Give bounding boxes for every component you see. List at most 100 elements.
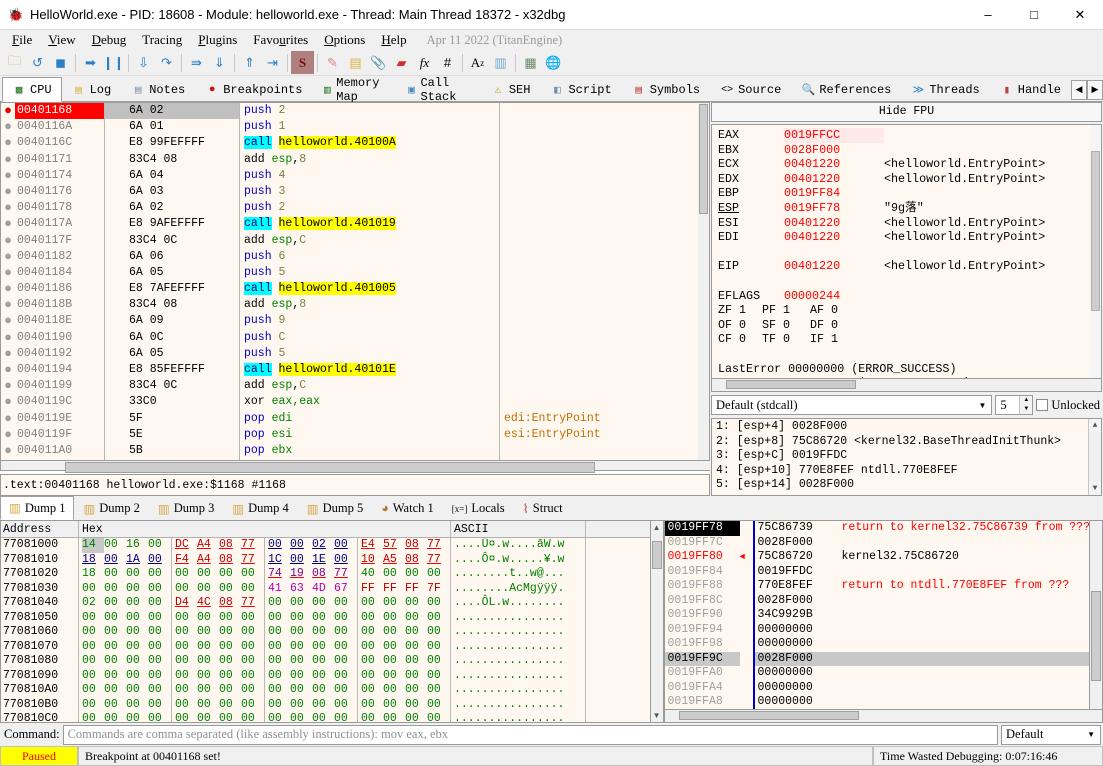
dump-hex-group[interactable]: 00 00 00 00 xyxy=(79,697,172,713)
disassembly-row[interactable]: ● 00401176 6A 03 push 3 xyxy=(1,183,698,201)
register-spacer[interactable] xyxy=(718,245,1101,260)
tab-handles[interactable]: ▮ Handle xyxy=(990,77,1071,102)
dump-byte[interactable]: 77 xyxy=(241,538,263,553)
dump-byte[interactable]: 00 xyxy=(334,596,356,611)
dump-hex-cells[interactable]: 18 00 00 00 00 00 00 00 74 19 08 77 40 00 00 00 xyxy=(79,567,451,582)
dump-byte[interactable]: 00 xyxy=(126,640,148,655)
dump-byte[interactable]: 00 xyxy=(312,698,334,713)
dump-byte[interactable]: 00 xyxy=(197,669,219,684)
dump-byte[interactable]: 00 xyxy=(82,582,104,597)
dump-byte[interactable]: 00 xyxy=(427,683,449,698)
tab-threads[interactable]: ≫ Threads xyxy=(901,77,989,102)
register-row-eax[interactable]: EAX 0019FFCC xyxy=(718,128,1101,143)
dump-byte[interactable]: 00 xyxy=(427,698,449,713)
register-row-eip[interactable]: EIP 00401220 <helloworld.EntryPoint> xyxy=(718,259,1101,274)
unlocked-checkbox[interactable]: Unlocked xyxy=(1036,398,1102,413)
dump-byte[interactable]: 1A xyxy=(126,553,148,568)
stack-row[interactable]: 0019FF98 00000000 xyxy=(665,637,1089,652)
dump-hex-group[interactable]: 00 00 00 00 xyxy=(79,712,172,722)
dump-byte[interactable]: 00 xyxy=(405,683,427,698)
tab-source[interactable]: <> Source xyxy=(710,77,791,102)
dump-byte[interactable]: 00 xyxy=(290,698,312,713)
dump-byte[interactable]: 00 xyxy=(427,567,449,582)
breakpoint-slot-icon[interactable]: ● xyxy=(1,135,15,151)
calculator-icon[interactable]: ▦ xyxy=(519,51,542,74)
flag-group[interactable]: IF 1 xyxy=(810,332,838,347)
dump-ascii[interactable]: ................ xyxy=(451,712,586,722)
dump-byte[interactable]: 00 xyxy=(290,669,312,684)
dump-hex-cells[interactable]: 00 00 00 00 00 00 00 00 00 00 00 00 00 00 00 00 xyxy=(79,712,451,722)
breakpoint-slot-icon[interactable]: ● xyxy=(1,394,15,410)
dump-hex-group[interactable]: 00 00 00 00 xyxy=(172,654,265,669)
hide-fpu-button[interactable]: Hide FPU xyxy=(711,102,1102,122)
dump-byte[interactable]: 00 xyxy=(383,698,405,713)
dump-row[interactable]: 77081060 00 00 00 00 00 00 00 00 00 00 00 00 00 00 00 00… xyxy=(1,625,650,640)
disassembly-row[interactable]: ● 0040119C 33C0 xor eax,eax xyxy=(1,394,698,411)
dump-byte[interactable]: 00 xyxy=(175,683,197,698)
dump-hex-cells[interactable]: 00 00 00 00 00 00 00 00 00 00 00 00 00 00 00 00 xyxy=(79,639,451,655)
dump-byte[interactable]: 08 xyxy=(219,596,241,611)
dump-hex-group[interactable]: 00 00 00 00 xyxy=(358,698,451,713)
dump-byte[interactable]: 00 xyxy=(290,596,312,611)
trace-over-icon[interactable]: ⇛ xyxy=(185,51,208,74)
dump-byte[interactable]: 00 xyxy=(197,712,219,722)
dump-byte[interactable]: 00 xyxy=(312,712,334,722)
dump-byte[interactable]: 00 xyxy=(126,596,148,611)
tab-locals[interactable]: [x=] Locals xyxy=(443,496,514,520)
dump-byte[interactable]: 00 xyxy=(383,683,405,698)
stack-row[interactable]: 0019FF8C 0028F000 xyxy=(665,593,1089,608)
command-mode-select[interactable]: Default ▼ xyxy=(1001,724,1101,745)
dump-row[interactable]: 770810B0 00 00 00 00 00 00 00 00 00 00 00 00 00 00 00 00… xyxy=(1,697,650,713)
dump-ascii[interactable]: ................ xyxy=(451,654,586,669)
dump-byte[interactable]: 00 xyxy=(104,698,126,713)
dump-byte[interactable]: 00 xyxy=(312,669,334,684)
tab-dump-5[interactable]: ▥ Dump 5 xyxy=(298,496,372,520)
step-into-icon[interactable]: ⇩ xyxy=(132,51,155,74)
stack-row[interactable]: 0019FF88 770E8FEF return to ntdll.770E8FEF… xyxy=(665,579,1089,594)
dump-byte[interactable]: 00 xyxy=(197,698,219,713)
tab-scroll-right-icon[interactable]: ▶ xyxy=(1087,79,1103,100)
dump-hex-group[interactable]: 00 00 00 00 xyxy=(358,712,451,722)
dump-byte[interactable]: 00 xyxy=(427,654,449,669)
dump-byte[interactable]: D4 xyxy=(175,596,197,611)
dump-byte[interactable]: 7F xyxy=(427,582,449,597)
dump-byte[interactable]: 77 xyxy=(241,596,263,611)
menu-view[interactable]: View xyxy=(40,31,83,49)
tab-watch-1[interactable]: ◕ Watch 1 xyxy=(372,496,443,520)
disassembly-list[interactable]: ● 00401168 6A 02 push 2 ● 0040116A 6A 01 push 1… xyxy=(0,102,698,462)
dump-byte[interactable]: 00 xyxy=(427,625,449,640)
dump-ascii[interactable]: ....Ô¤.w.....¥.w xyxy=(451,552,586,567)
dump-byte[interactable]: 00 xyxy=(241,683,263,698)
dump-byte[interactable]: 08 xyxy=(219,538,241,553)
argument-row[interactable]: 5: [esp+14] 0028F000 xyxy=(716,478,1101,493)
dump-byte[interactable]: 00 xyxy=(104,683,126,698)
dump-byte[interactable]: 00 xyxy=(197,640,219,655)
flags-row[interactable]: CF 0 TF 0 IF 1 xyxy=(718,332,1101,347)
dump-hex-group[interactable]: 00 00 00 00 xyxy=(265,683,358,698)
restart-icon[interactable]: ↺ xyxy=(26,51,49,74)
dump-byte[interactable]: 00 xyxy=(104,582,126,597)
stack-row[interactable]: 0019FF9C 0028F000 xyxy=(664,651,1089,666)
disassembly-row[interactable]: ● 00401171 83C4 08 add esp,8 xyxy=(1,151,698,168)
dump-col-address[interactable]: Address xyxy=(1,521,79,537)
flag-group[interactable]: CF 0 xyxy=(718,332,762,347)
disassembly-row[interactable]: ● 00401182 6A 06 push 6 xyxy=(1,248,698,265)
register-value[interactable]: 00401220 xyxy=(784,172,884,187)
scroll-up-icon[interactable]: ▲ xyxy=(1089,419,1101,432)
dump-byte[interactable]: 00 xyxy=(405,669,427,684)
register-value[interactable]: 00401220 xyxy=(784,216,884,231)
dump-hex-group[interactable]: 00 00 00 00 xyxy=(265,668,358,684)
dump-byte[interactable]: 00 xyxy=(268,669,290,684)
tab-dump-4[interactable]: ▥ Dump 4 xyxy=(223,496,297,520)
dump-hex-cells[interactable]: 00 00 00 00 00 00 00 00 41 63 4D 67 FF FF FF 7F xyxy=(79,581,451,597)
dump-byte[interactable]: E4 xyxy=(361,538,383,553)
dump-hex-group[interactable]: 00 00 00 00 xyxy=(358,625,451,640)
tab-call-stack[interactable]: ▣ Call Stack xyxy=(397,76,481,104)
breakpoint-slot-icon[interactable]: ● xyxy=(1,168,15,184)
argument-row[interactable]: 4: [esp+10] 770E8FEF ntdll.770E8FEF xyxy=(716,464,1101,479)
dump-hex-group[interactable]: 1C 00 1E 00 xyxy=(265,552,358,567)
dump-byte[interactable]: 00 xyxy=(268,654,290,669)
register-row-ecx[interactable]: ECX 00401220 <helloworld.EntryPoint> xyxy=(718,157,1101,172)
breakpoint-slot-icon[interactable]: ● xyxy=(1,281,15,297)
dump-byte[interactable]: 00 xyxy=(82,611,104,626)
